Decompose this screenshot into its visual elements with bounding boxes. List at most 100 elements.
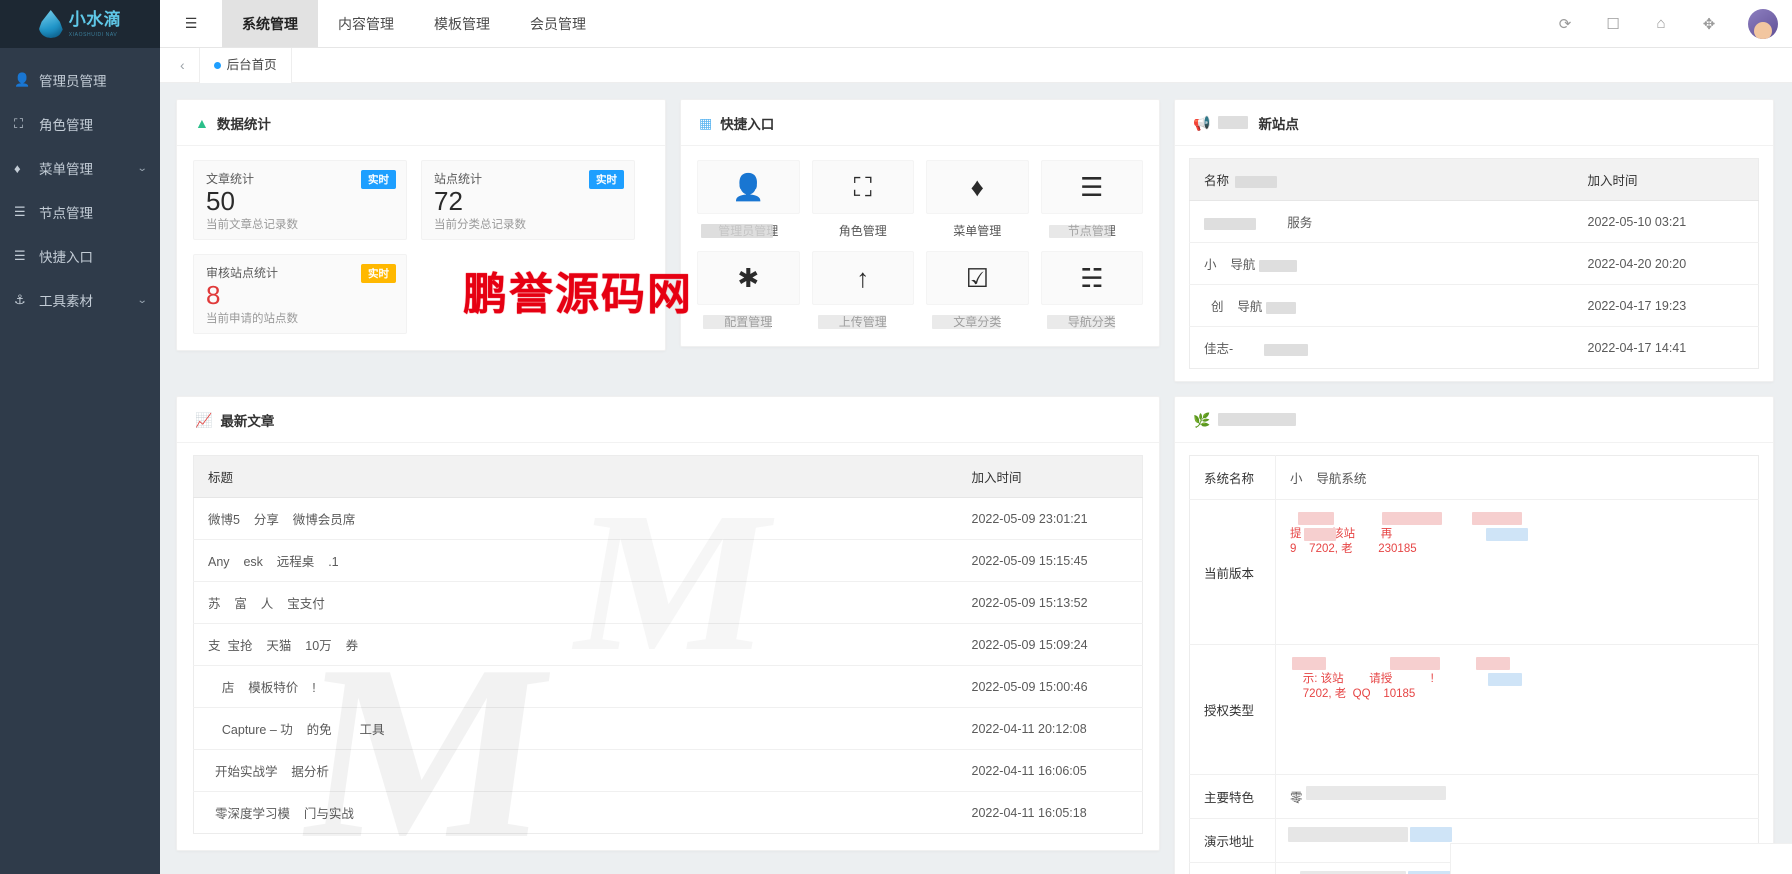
table-row[interactable]: 苏 富 人 宝支付 2022-05-09 15:13:52 bbox=[193, 581, 1143, 624]
stat-tile-articles[interactable]: 文章统计 50 当前文章总记录数 实时 bbox=[193, 160, 407, 240]
table-header-row: 标题 加入时间 bbox=[193, 455, 1143, 498]
sidebar-item-quick-entry[interactable]: ☰ 快捷入口 bbox=[0, 234, 160, 278]
table-row[interactable]: 零深度学习模 门与实战 2022-04-11 16:05:18 bbox=[194, 792, 1143, 834]
line-chart-icon: 📈 bbox=[195, 411, 213, 428]
cell-date: 2022-05-09 15:15:45 bbox=[957, 539, 1143, 582]
cell-title: Capture – 功 的免 工具 bbox=[193, 707, 958, 750]
cell-title: 苏 富 人 宝支付 bbox=[193, 581, 958, 624]
table-row[interactable]: 店 模板特价 ! 2022-05-09 15:00:46 bbox=[193, 665, 1143, 708]
quick-entry-nav-category[interactable]: ☵ 导航分类 bbox=[1040, 251, 1143, 330]
tab-content-management[interactable]: 内容管理 bbox=[318, 0, 414, 47]
asterisk-icon: ✱ bbox=[697, 251, 800, 305]
card-header: 🌿 bbox=[1175, 397, 1773, 443]
quick-entry-card: ▦ 快捷入口 👤 管理员管理 bbox=[680, 99, 1160, 347]
stat-tile-grid: 文章统计 50 当前文章总记录数 实时 站点统计 72 当前分类总记录数 实时 bbox=[193, 160, 649, 334]
status-badge: 实时 bbox=[589, 170, 624, 189]
tab-member-management[interactable]: 会员管理 bbox=[510, 0, 606, 47]
stat-tile-pending-sites[interactable]: 审核站点统计 8 当前申请的站点数 实时 bbox=[193, 254, 407, 334]
redaction-block bbox=[1218, 116, 1249, 129]
quick-entry-label: 菜单管理 bbox=[953, 224, 1002, 238]
info-row-current-version: 当前版本 提 示: 该站 再 9 7202, 老 230185 bbox=[1189, 499, 1759, 645]
redaction-block bbox=[932, 315, 1000, 329]
table-row[interactable]: Capture – 功 的免 工具 2022-04-11 20:12:08 bbox=[193, 707, 1143, 750]
sidebar-item-admin-management[interactable]: 👤 管理员管理 bbox=[0, 58, 160, 102]
column-header-name: 名称 bbox=[1189, 158, 1574, 201]
cell-name: 创 导航 bbox=[1189, 284, 1574, 327]
cell-name: 佳志- bbox=[1190, 327, 1574, 369]
cell-name: 小 导航 bbox=[1189, 242, 1574, 285]
sidebar-item-tool-materials[interactable]: ⚓ 工具素材 ⌄ bbox=[0, 278, 160, 322]
breadcrumb-back-button[interactable]: ‹ bbox=[170, 57, 195, 73]
stat-value: 8 bbox=[206, 280, 221, 310]
avatar[interactable] bbox=[1748, 8, 1778, 39]
card-body: 系统名称 小 导航系统 当前版本 提 示: 该站 再 9 7202, 老 230… bbox=[1175, 443, 1773, 874]
quick-entry-article-category[interactable]: ☑ 文章分类 bbox=[926, 251, 1029, 330]
quick-entry-menu-management[interactable]: ♦ 菜单管理 bbox=[926, 160, 1029, 239]
quick-entry-admin-management[interactable]: 👤 管理员管理 bbox=[697, 160, 800, 239]
table-row[interactable]: Any esk 远程桌 .1 2022-05-09 15:15:45 bbox=[193, 539, 1143, 582]
card-header: 📢 新站点 bbox=[1175, 100, 1773, 146]
sidebar-item-node-management[interactable]: ☰ 节点管理 bbox=[0, 190, 160, 234]
check-list-icon: ☑ bbox=[926, 251, 1029, 305]
stat-subtitle: 当前文章总记录数 bbox=[206, 219, 298, 231]
column-header-date: 加入时间 bbox=[957, 455, 1143, 498]
tab-template-management[interactable]: 模板管理 bbox=[414, 0, 510, 47]
tab-system-management[interactable]: 系统管理 bbox=[222, 0, 318, 47]
stat-tile-sites[interactable]: 站点统计 72 当前分类总记录数 实时 bbox=[421, 160, 635, 240]
clear-cache-icon[interactable]: ☐ bbox=[1604, 15, 1622, 33]
sidebar-item-role-management[interactable]: ⛶ 角色管理 bbox=[0, 102, 160, 146]
quick-entry-node-management[interactable]: ☰ 节点管理 bbox=[1040, 160, 1143, 239]
redaction-block bbox=[1046, 315, 1115, 329]
table-row[interactable]: 开始实战学 据分析 2022-04-11 16:06:05 bbox=[193, 749, 1143, 792]
id-badge-icon: ⛶ bbox=[14, 116, 24, 131]
stat-value: 72 bbox=[434, 186, 463, 216]
cell-date: 2022-05-09 15:00:46 bbox=[957, 665, 1143, 708]
sidebar-item-label: 工具素材 bbox=[39, 294, 93, 309]
info-row-main-features: 主要特色 零 bbox=[1189, 774, 1759, 819]
info-row-license-type: 授权类型 示: 该站 请授 ! 7202, 老 QQ 10185 bbox=[1189, 644, 1759, 775]
list-icon: ☰ bbox=[1040, 160, 1143, 214]
info-value: 小 导航系统 bbox=[1275, 455, 1759, 500]
latest-articles-table: 标题 加入时间 微博5 分享 微博会员席 2022-05-09 23:01:21 bbox=[193, 455, 1143, 834]
fullscreen-icon[interactable]: ✥ bbox=[1700, 15, 1718, 33]
menu-toggle-button[interactable]: ☰ bbox=[160, 0, 222, 47]
stat-subtitle: 当前分类总记录数 bbox=[434, 219, 526, 231]
breadcrumb-tab-home[interactable]: 后台首页 bbox=[198, 47, 292, 83]
active-dot-icon bbox=[213, 61, 221, 69]
cell-date: 2022-04-11 20:12:08 bbox=[957, 707, 1143, 750]
sidebar-item-menu-management[interactable]: ♦ 菜单管理 ⌄ bbox=[0, 146, 160, 190]
cell-title: 店 模板特价 ! bbox=[193, 665, 958, 708]
info-key: 下载地址 bbox=[1189, 862, 1276, 874]
cell-date: 2022-04-17 14:41 bbox=[1587, 340, 1687, 355]
redaction-block bbox=[1048, 225, 1111, 238]
cell-date: 2022-04-20 20:20 bbox=[1573, 242, 1759, 285]
app-logo[interactable]: 小水滴 XIAOSHUIDI NAV bbox=[0, 0, 160, 48]
table-header-row: 名称 加入时间 bbox=[1189, 158, 1759, 201]
cell-title: Any esk 远程桌 .1 bbox=[193, 539, 958, 582]
refresh-icon[interactable]: ⟳ bbox=[1556, 15, 1574, 33]
table-row[interactable]: 服务 2022-05-10 03:21 bbox=[1189, 200, 1759, 243]
info-key: 当前版本 bbox=[1189, 499, 1276, 645]
table-row[interactable]: 支 宝抢 天猫 10万 券 2022-05-09 15:09:24 bbox=[193, 623, 1143, 666]
home-icon[interactable]: ⌂ bbox=[1652, 15, 1670, 32]
quick-entry-grid: 👤 管理员管理 ⛶ 角色管理 ♦ bbox=[697, 160, 1143, 330]
redaction-block bbox=[701, 224, 773, 238]
cell-date: 2022-04-17 19:23 bbox=[1573, 284, 1759, 327]
quick-entry-config-management[interactable]: ✱ 配置管理 bbox=[697, 251, 800, 330]
info-value: 提 示: 该站 再 9 7202, 老 230185 bbox=[1275, 499, 1759, 645]
quick-entry-role-management[interactable]: ⛶ 角色管理 bbox=[811, 160, 914, 239]
table-row[interactable]: 微博5 分享 微博会员席 2022-05-09 23:01:21 bbox=[193, 497, 1143, 540]
main-region: ☰ 系统管理 内容管理 模板管理 会员管理 ⟳ ☐ ⌂ ✥ ‹ 后台首页 ▲ 数… bbox=[160, 0, 1792, 874]
card-title: 数据统计 bbox=[216, 116, 271, 132]
table-row[interactable]: 创 导航 2022-04-17 19:23 bbox=[1189, 284, 1759, 327]
table-row[interactable]: 小 导航 2022-04-20 20:20 bbox=[1189, 242, 1759, 285]
cell-date: 2022-05-09 15:13:52 bbox=[957, 581, 1143, 624]
tree-icon: ♦ bbox=[926, 160, 1029, 214]
info-key: 演示地址 bbox=[1189, 818, 1276, 863]
stat-value: 50 bbox=[206, 186, 235, 216]
chevron-down-icon: ⌄ bbox=[136, 162, 148, 174]
new-sites-card: 📢 新站点 名称 加入时间 服务 2022-05-10 03:21 小 导航 2… bbox=[1174, 99, 1774, 382]
quick-entry-upload-management[interactable]: ↑ 上传管理 bbox=[811, 251, 914, 330]
water-drop-icon bbox=[38, 10, 63, 38]
table-row[interactable]: 佳志- 2022-04-17 14:41 bbox=[1190, 327, 1759, 369]
